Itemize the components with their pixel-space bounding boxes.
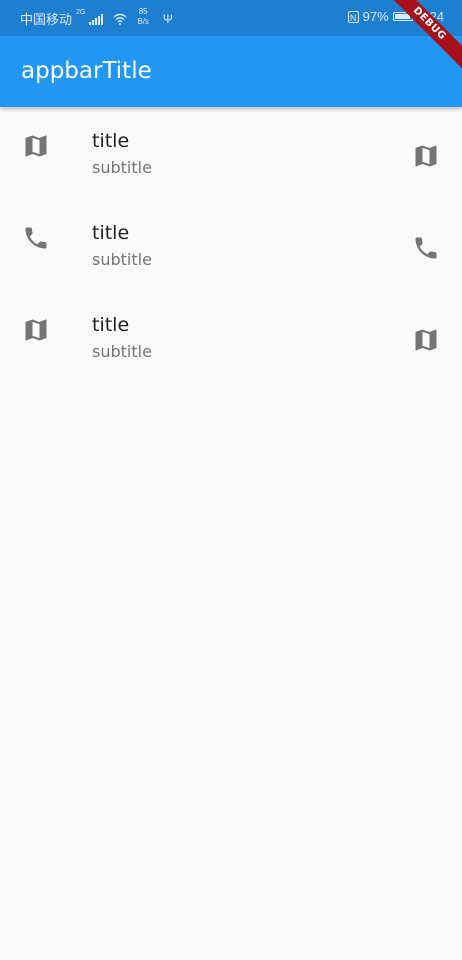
network-speed-value: 85 [138, 6, 148, 16]
status-bar-left: 中国移动 2G 85 B/s Ψ [20, 7, 173, 28]
battery-icon [392, 12, 415, 21]
list-tile[interactable]: title subtitle [0, 291, 462, 383]
carrier-name: 中国移动 [20, 12, 73, 27]
signal-strength-icon [89, 13, 104, 25]
app-bar: appbarTitle [0, 36, 462, 107]
map-icon [22, 316, 50, 344]
phone-icon [22, 224, 50, 252]
list-tile-subtitle: subtitle [92, 342, 152, 361]
clock: 3:24 [418, 9, 444, 24]
list-tile[interactable]: title subtitle [0, 107, 462, 199]
list-view[interactable]: title subtitle title subtitle title subt… [0, 107, 462, 383]
network-type-label: 2G [76, 9, 86, 16]
nfc-icon: N [347, 10, 359, 23]
network-speed-unit: B/s [137, 16, 149, 26]
phone-icon [412, 234, 440, 262]
map-icon [412, 326, 440, 354]
status-bar-right: N 97% 3:24 [347, 9, 444, 24]
usb-icon: Ψ [162, 11, 173, 26]
battery-percent: 97% [362, 9, 389, 24]
map-icon [22, 132, 50, 160]
list-tile-title: title [92, 314, 130, 336]
app-bar-title: appbarTitle [21, 58, 152, 84]
list-tile-title: title [92, 222, 130, 244]
list-tile-subtitle: subtitle [92, 250, 152, 269]
status-bar: 中国移动 2G 85 B/s Ψ N 97% 3:24 [0, 0, 462, 36]
wifi-icon [113, 13, 127, 25]
list-tile-subtitle: subtitle [92, 158, 152, 177]
list-tile[interactable]: title subtitle [0, 199, 462, 291]
map-icon [412, 142, 440, 170]
list-tile-title: title [92, 130, 130, 152]
network-speed: 85 B/s [137, 7, 149, 27]
